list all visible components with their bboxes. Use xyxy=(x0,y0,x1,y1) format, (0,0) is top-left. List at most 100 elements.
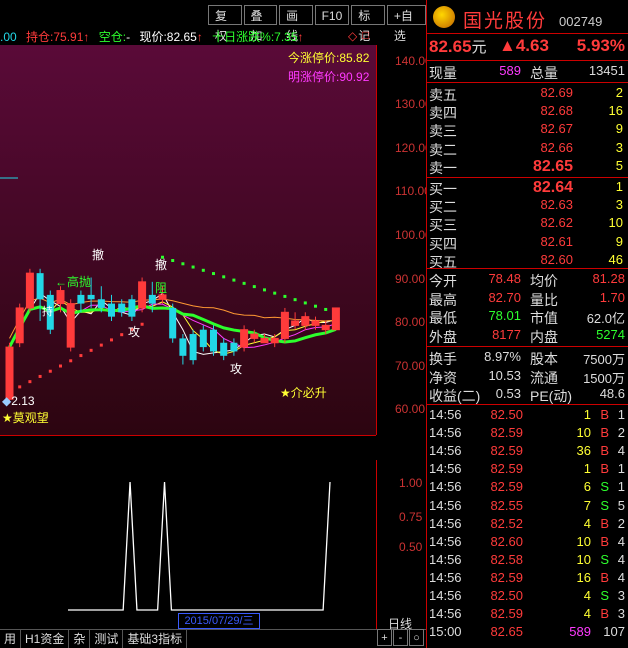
y-tick: 130.00 xyxy=(395,97,426,111)
tick-volume: 4 xyxy=(583,606,591,622)
support-dot xyxy=(59,364,62,368)
tick-count: 107 xyxy=(603,624,625,640)
indicator-axis: 1.00 0.75 0.50 xyxy=(376,460,426,630)
tick-price: 82.58 xyxy=(490,551,523,567)
tick-volume: 1 xyxy=(583,461,591,477)
stat-v1: 78.01 xyxy=(488,308,521,323)
tomorrow-limit-value: 90.92 xyxy=(339,70,370,84)
tick-side: B xyxy=(600,515,609,531)
low-value-label: ◆2.13 xyxy=(2,394,35,408)
short-value: - xyxy=(126,30,131,44)
candle-body xyxy=(270,337,279,344)
ind-tick: 0.75 xyxy=(399,510,423,524)
tenday-label: 十日涨跌%: xyxy=(212,30,275,44)
stat-l1: 净资 xyxy=(429,369,457,386)
overlay-button[interactable]: 叠加 xyxy=(243,5,278,43)
tick-price: 82.52 xyxy=(490,515,523,531)
tick-time: 15:00 xyxy=(429,624,462,640)
add-watchlist-button[interactable]: +自选 xyxy=(386,5,426,43)
resist-dot xyxy=(273,291,277,295)
sell-order-row[interactable]: 卖一 82.65 5 xyxy=(427,158,628,176)
buy-order-row[interactable]: 买四 82.61 9 xyxy=(427,234,628,252)
stat-v1: 8.97% xyxy=(484,349,521,364)
draw-line-button[interactable]: 画线 xyxy=(279,5,313,43)
stat-v1: 8177 xyxy=(492,326,521,342)
order-level-label: 买四 xyxy=(429,235,457,252)
kline-chart-area[interactable]: 复权 叠加 画线 F10 标记 +自选 .00 持仓:75.91↑ 空仓:- 现… xyxy=(0,0,426,648)
indicator-svg[interactable] xyxy=(0,460,376,615)
tab-misc[interactable]: 杂 xyxy=(69,630,91,648)
kline-main-svg[interactable] xyxy=(0,45,376,435)
current-vol: 589 xyxy=(499,63,521,78)
resist-dot xyxy=(242,281,246,285)
order-price: 82.63 xyxy=(540,197,573,213)
stat-l2: PE(动) xyxy=(530,388,572,404)
low-value: 2.13 xyxy=(11,394,35,408)
tick-time: 14:56 xyxy=(429,588,462,603)
order-price: 82.60 xyxy=(540,251,573,267)
resist-dot xyxy=(181,262,185,266)
tick-row: 14:56 82.59 6 S 1 xyxy=(427,479,628,497)
tick-row: 14:56 82.52 4 B 2 xyxy=(427,516,628,534)
stat-l2: 市值 xyxy=(530,310,558,326)
sell-order-row[interactable]: 卖三 82.67 9 xyxy=(427,121,628,139)
reset-button[interactable]: ○ xyxy=(409,629,424,646)
quote-panel: 国光股份 002749 82.65元 ▲4.63 5.93% 现量 589 总量… xyxy=(426,0,628,648)
tick-count: 2 xyxy=(617,515,625,531)
tick-price: 82.55 xyxy=(490,497,523,513)
candle-body xyxy=(25,272,34,309)
order-price: 82.64 xyxy=(532,179,573,196)
buy-order-row[interactable]: 买三 82.62 10 xyxy=(427,215,628,233)
tick-row: 15:00 82.65 589 107 xyxy=(427,624,628,642)
stat-v2: 7500万 xyxy=(583,352,625,367)
tick-time: 14:56 xyxy=(429,425,462,441)
divider xyxy=(427,177,628,178)
mark-button[interactable]: 标记 xyxy=(351,5,385,43)
stat-v2: 62.0亿 xyxy=(586,311,625,326)
sell-order-row[interactable]: 卖五 82.69 2 xyxy=(427,85,628,103)
y-tick: 70.00 xyxy=(395,359,426,373)
tab-test[interactable]: 测试 xyxy=(90,630,124,648)
zoom-out-button[interactable]: - xyxy=(393,629,408,646)
order-price: 82.66 xyxy=(540,139,573,155)
tick-price: 82.59 xyxy=(490,569,523,585)
buy-order-row[interactable]: 买二 82.63 3 xyxy=(427,197,628,215)
stat-l1: 最低 xyxy=(429,310,457,326)
tick-count: 4 xyxy=(617,533,625,549)
stat-v2: 5274 xyxy=(596,326,625,342)
close-icon[interactable]: □ xyxy=(362,28,369,42)
up-arrow-icon: ↑ xyxy=(297,30,304,44)
tick-side: S xyxy=(600,479,609,495)
zoom-in-button[interactable]: + xyxy=(377,629,392,646)
y-tick: 120.00 xyxy=(395,141,426,155)
candle-body xyxy=(240,329,249,348)
order-level-label: 卖二 xyxy=(429,141,457,158)
buy-order-row[interactable]: 买一 82.64 1 xyxy=(427,179,628,197)
sell-order-row[interactable]: 卖四 82.68 16 xyxy=(427,103,628,121)
order-volume: 3 xyxy=(615,139,623,155)
sell-order-row[interactable]: 卖二 82.66 3 xyxy=(427,140,628,158)
tick-time: 14:56 xyxy=(429,443,462,459)
f10-button[interactable]: F10 xyxy=(314,5,350,25)
stat-v2: 48.6 xyxy=(599,386,625,401)
diamond-icon[interactable]: ◇ xyxy=(348,29,357,43)
tab-use[interactable]: 用 xyxy=(0,630,22,648)
stat-v1: 10.53 xyxy=(488,367,521,383)
tick-volume: 36 xyxy=(576,443,591,459)
y-tick: 100.00 xyxy=(395,228,426,242)
chart-toolbar: 复权 叠加 画线 F10 标记 +自选 xyxy=(208,5,426,43)
up-arrow-icon: ↑ xyxy=(83,30,90,44)
stat-l1: 收益(二) xyxy=(429,388,481,404)
y-tick: 90.00 xyxy=(395,272,426,286)
support-dot xyxy=(99,343,103,347)
tick-time: 14:56 xyxy=(429,479,462,495)
resist-dot xyxy=(191,265,195,269)
stat-l2: 均价 xyxy=(530,273,558,289)
resist-dot xyxy=(263,288,266,292)
tab-h1-capital[interactable]: H1资金 xyxy=(21,630,70,648)
stock-name[interactable]: 国光股份 xyxy=(463,6,547,33)
candle-body xyxy=(56,290,65,305)
y-tick: 110.00 xyxy=(395,184,426,198)
tab-basic3[interactable]: 基础3指标 xyxy=(123,630,188,648)
restore-rights-button[interactable]: 复权 xyxy=(208,5,242,43)
